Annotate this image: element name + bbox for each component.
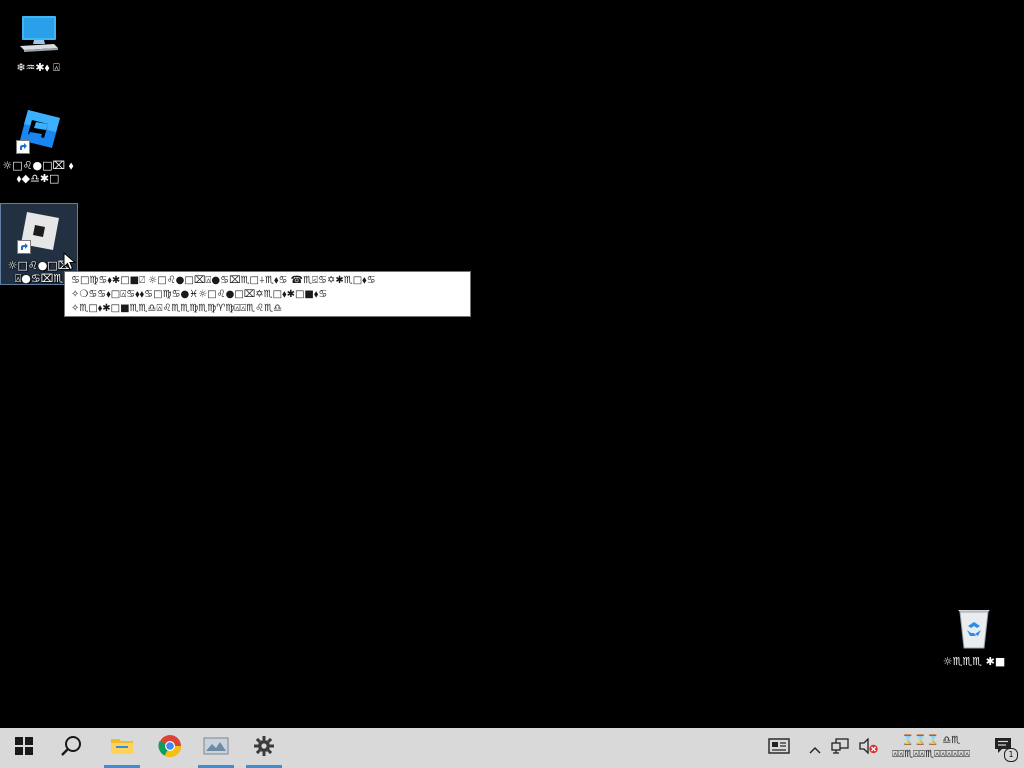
tooltip-line: ✧❍♋♋⬧□⍓♋⬧⬧♋□♍♋●♓☼□♌●□⌧✡♏□⬧✱□■⬧♋ (71, 289, 328, 300)
tooltip-line: ♋□♍♋⬧✱□■⍁ ☼□♌●□⌧⍓●♋⌧♏□⍭♏⬧♋ ☎♏⍃♋✡✱♏□⬧♋ (71, 275, 376, 286)
recycle-bin-desktop-icon[interactable]: ☼♏♏♏ ✱■ (936, 600, 1012, 668)
file-explorer-button[interactable] (102, 728, 142, 768)
news-icon (768, 738, 790, 758)
roblox-studio-desktop-icon[interactable]: ☼□♌●□⌧ ⬧⬧◆♎✱□ (0, 104, 76, 185)
start-button[interactable] (0, 728, 48, 768)
this-pc-label: ❄♒✱⬧ ⍓ (16, 61, 60, 74)
this-pc-desktop-icon[interactable]: ❄♒✱⬧ ⍓ (0, 6, 76, 74)
image-viewer-icon (203, 736, 229, 760)
tooltip-line: ✧♏□⬧✱□■♏♏♎⍓♌♏♏♍♏♍♈♍⍓⍓♏♌♏♎ (71, 303, 283, 314)
notification-count-badge: 1 (1004, 748, 1018, 762)
taskbar: ⌛⌛⌛ ♎♏ ⍓⍓♏⍓⍓♏⍓⍓⍓⍓⍓⍓ 1 (0, 728, 1024, 768)
clock-date: ⍓⍓♏⍓⍓♏⍓⍓⍓⍓⍓⍓ (892, 749, 970, 760)
chrome-button[interactable] (146, 728, 194, 768)
volume-button[interactable] (854, 728, 884, 768)
image-viewer-button[interactable] (196, 728, 236, 768)
search-icon (61, 735, 83, 761)
mouse-cursor-icon (63, 251, 77, 272)
gear-icon (254, 736, 274, 760)
volume-muted-icon (859, 737, 879, 758)
notifications-button[interactable]: 1 (978, 728, 1024, 768)
shortcut-arrow-icon (17, 240, 31, 254)
windows-icon (15, 737, 33, 759)
icon-tooltip: ♋□♍♋⬧✱□■⍁ ☼□♌●□⌧⍓●♋⌧♏□⍭♏⬧♋ ☎♏⍃♋✡✱♏□⬧♋ ✧❍… (64, 271, 471, 317)
chevron-up-icon (809, 739, 821, 758)
clock-button[interactable]: ⌛⌛⌛ ♎♏ ⍓⍓♏⍓⍓♏⍓⍓⍓⍓⍓⍓ (884, 734, 978, 762)
clock-time: ⌛⌛⌛ ♎♏ (901, 735, 961, 746)
show-hidden-icons-button[interactable] (804, 728, 826, 768)
news-and-interests-button[interactable] (758, 728, 804, 768)
roblox-studio-icon (14, 108, 62, 156)
monitor-icon (14, 10, 62, 58)
network-button[interactable] (826, 728, 854, 768)
settings-button[interactable] (244, 728, 284, 768)
recycle-bin-label: ☼♏♏♏ ✱■ (942, 655, 1006, 668)
shortcut-arrow-icon (16, 140, 30, 154)
desktop: ❄♒✱⬧ ⍓ ☼□♌●□⌧ ⬧⬧◆♎✱□ ☼□♌●□⌧ ⍓●♋⌧♏ ☼♏♏♏ ✱… (0, 0, 1024, 728)
roblox-player-icon (15, 208, 63, 256)
roblox-studio-label: ☼□♌●□⌧ ⬧⬧◆♎✱□ (2, 159, 74, 185)
network-icon (831, 738, 849, 758)
folder-icon (110, 736, 134, 760)
system-tray: ⌛⌛⌛ ♎♏ ⍓⍓♏⍓⍓♏⍓⍓⍓⍓⍓⍓ 1 (758, 728, 1024, 768)
recycle-bin-icon (950, 604, 998, 652)
chrome-icon (158, 734, 182, 762)
search-button[interactable] (48, 728, 96, 768)
